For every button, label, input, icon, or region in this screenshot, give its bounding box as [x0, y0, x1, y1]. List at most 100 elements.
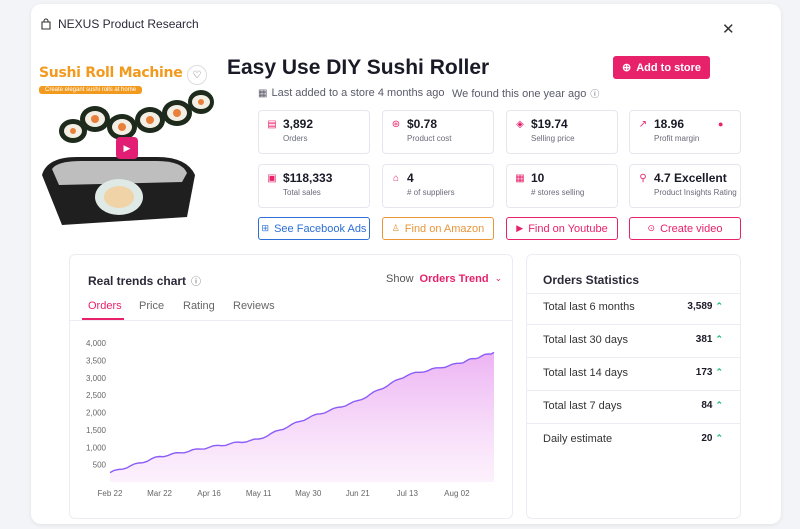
find-on-amazon-button[interactable]: ♙ Find on Amazon: [382, 217, 494, 240]
y-tick-label: 2,500: [86, 391, 107, 400]
arrow-up-icon: ⌃: [715, 367, 723, 377]
orders-stat-label: Total last 7 days: [543, 400, 622, 412]
cart-icon: ▣: [267, 172, 277, 184]
arrow-up-icon: ⌃: [715, 334, 723, 344]
orders-stat-label: Total last 30 days: [543, 334, 628, 346]
orders-stats-title: Orders Statistics: [543, 273, 640, 287]
orders-stat-label: Total last 14 days: [543, 367, 628, 379]
add-to-store-button[interactable]: ⊕ Add to store: [613, 56, 710, 79]
stat-value: $19.74: [531, 117, 568, 131]
stat-orders: ▤ 3,892 Orders: [258, 110, 370, 154]
stat-label: # of suppliers: [407, 188, 455, 197]
y-tick-label: 1,000: [86, 443, 107, 452]
orders-stat-value: 173: [695, 367, 713, 378]
chevron-down-icon: ⌄: [494, 273, 503, 283]
roller-machine: [42, 157, 195, 225]
stat-label: Product cost: [407, 134, 452, 143]
tab-price[interactable]: Price: [139, 300, 164, 312]
orders-trend-chart: 500 1,000 1,500 2,000 2,500 3,000 3,500 4,000 Fe…: [86, 339, 495, 498]
orders-stats-divider: [526, 293, 741, 294]
found-text: We found this one year ago: [452, 87, 587, 100]
fire-icon: ●: [718, 119, 724, 129]
product-title: Easy Use DIY Sushi Roller: [227, 56, 490, 79]
insights-icon: ⚲: [639, 172, 647, 184]
orders-stat-label: Total last 6 months: [543, 301, 635, 313]
stat-of-suppliers: ⌂ 4 # of suppliers: [382, 164, 494, 208]
stat-value: 3,892: [283, 117, 314, 131]
stat-value: 18.96: [654, 117, 685, 131]
x-tick-label: Jul 13: [397, 489, 419, 498]
info-icon[interactable]: ⓘ: [191, 273, 201, 288]
y-tick-label: 2,000: [86, 409, 107, 418]
stat-selling-price: ◈ $19.74 Selling price: [506, 110, 618, 154]
orders-stat-value: 3,589: [687, 301, 713, 312]
orders-stat-value: 20: [701, 433, 713, 444]
trends-title-text: Real trends chart: [88, 273, 187, 288]
x-tick-label: May 30: [295, 489, 322, 498]
action-icon: ▶: [516, 223, 524, 233]
action-icon: ♙: [391, 223, 400, 233]
stat-value: 4: [407, 171, 414, 185]
stat-label: Product Insights Rating: [654, 188, 737, 197]
y-tick-label: 3,000: [86, 374, 107, 383]
found-date: We found this one year ago ⓘ: [452, 87, 599, 100]
brand-label: NEXUS Product Research: [58, 17, 199, 31]
x-tick-label: May 11: [246, 489, 272, 498]
stat-profit-margin: ↗ 18.96 ● Profit margin: [629, 110, 741, 154]
trends-title: Real trends chart ⓘ: [88, 273, 201, 289]
arrow-up-icon: ⌃: [715, 400, 723, 410]
x-tick-label: Apr 16: [197, 489, 221, 498]
cost-icon: ⊛: [391, 118, 401, 130]
y-tick-label: 3,500: [86, 356, 107, 365]
show-select[interactable]: Show Orders Trend ⌄: [386, 273, 502, 285]
arrow-up-icon: ⌃: [715, 301, 723, 311]
brand-header: NEXUS Product Research: [40, 17, 199, 31]
play-icon[interactable]: ▶: [116, 137, 138, 159]
stat-product-cost: ⊛ $0.78 Product cost: [382, 110, 494, 154]
create-video-button[interactable]: ⊙ Create video: [629, 217, 741, 240]
stat-value: 10: [531, 171, 545, 185]
orders-area: [110, 352, 494, 482]
action-label: Find on Amazon: [404, 222, 485, 235]
orders-icon: ▤: [267, 118, 277, 130]
calendar-icon: ▦: [258, 87, 268, 99]
orders-stat-value: 84: [701, 400, 713, 411]
x-tick-label: Aug 02: [444, 489, 470, 498]
orders-stat-row: Total last 7 days 84 ⌃: [543, 400, 723, 412]
last-added: ▦ Last added to a store 4 months ago: [258, 87, 445, 99]
stat-label: Orders: [283, 134, 308, 143]
see-facebook-ads-button[interactable]: ⊞ See Facebook Ads: [258, 217, 370, 240]
action-label: Find on Youtube: [528, 222, 608, 235]
tabs-divider: [70, 320, 512, 321]
tab-rating[interactable]: Rating: [183, 300, 215, 312]
y-tick-label: 500: [93, 461, 107, 470]
tag-icon: ◈: [516, 118, 524, 130]
stat-total-sales: ▣ $118,333 Total sales: [258, 164, 370, 208]
trend-icon: ↗: [638, 118, 648, 130]
orders-stat-label: Daily estimate: [543, 433, 613, 445]
store-icon: ▦: [515, 172, 525, 184]
arrow-up-icon: ⌃: [715, 433, 723, 443]
info-icon[interactable]: ⓘ: [590, 87, 599, 100]
stat-value: $118,333: [283, 171, 333, 185]
product-image[interactable]: Sushi Roll Machine Create elegant sushi …: [37, 57, 215, 238]
action-icon: ⊙: [647, 223, 656, 233]
tab-orders[interactable]: Orders: [88, 300, 122, 312]
orders-stat-row: Total last 6 months 3,589 ⌃: [543, 301, 723, 313]
find-on-youtube-button[interactable]: ▶ Find on Youtube: [506, 217, 618, 240]
orders-stat-value: 381: [695, 334, 713, 345]
orders-stat-divider: [526, 423, 741, 424]
orders-stat-row: Total last 14 days 173 ⌃: [543, 367, 723, 379]
stat-product-insights-rating: ⚲ 4.7 Excellent Product Insights Rating: [629, 164, 741, 208]
y-tick-label: 1,500: [86, 426, 107, 435]
x-tick-label: Feb 22: [98, 489, 123, 498]
x-tick-label: Mar 22: [147, 489, 172, 498]
orders-stat-divider: [526, 390, 741, 391]
stat-stores-selling: ▦ 10 # stores selling: [506, 164, 618, 208]
orders-stat-row: Daily estimate 20 ⌃: [543, 433, 723, 445]
close-icon[interactable]: ✕: [722, 22, 735, 37]
show-value: Orders Trend: [419, 273, 489, 285]
last-added-text: Last added to a store 4 months ago: [271, 87, 445, 99]
show-label: Show: [386, 273, 414, 285]
tab-reviews[interactable]: Reviews: [233, 300, 275, 312]
